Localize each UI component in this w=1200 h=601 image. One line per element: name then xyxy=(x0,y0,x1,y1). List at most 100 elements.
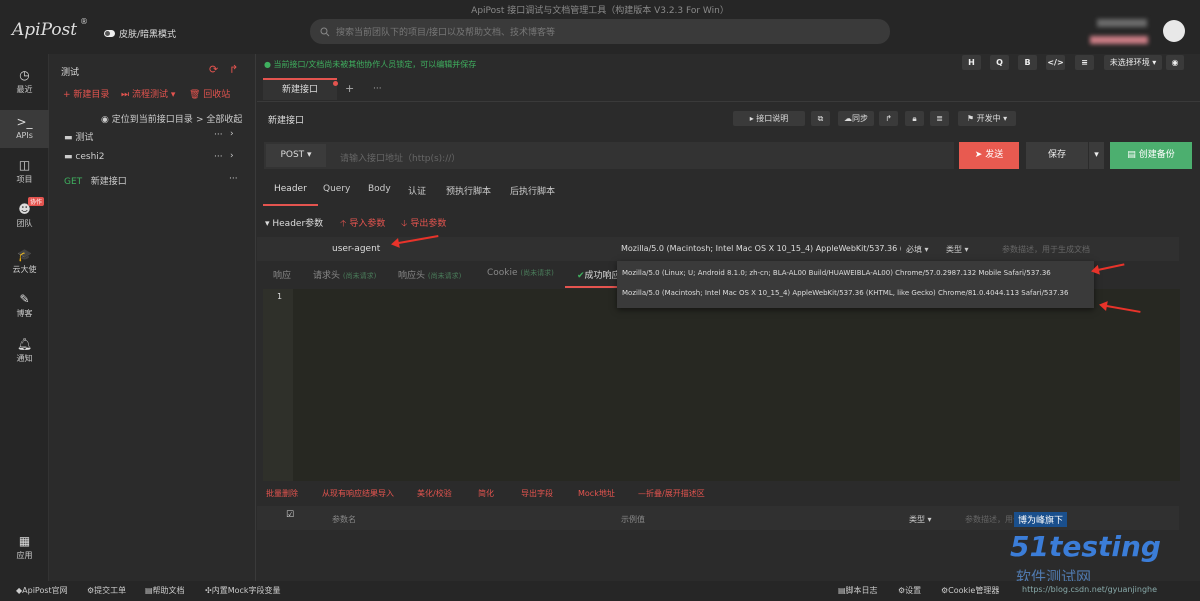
resp-tab-cookie[interactable]: Cookie (尚未请求) xyxy=(487,268,554,278)
desc-input[interactable]: 参数描述，用于生成文档 xyxy=(1002,244,1090,255)
resp-tab-resp-headers[interactable]: 响应头 (尚未请求) xyxy=(398,268,461,281)
nav-apps[interactable]: ▦ 应用 xyxy=(0,534,49,561)
env-select[interactable]: 未选择环境 ▾ xyxy=(1104,55,1162,70)
resp-tab-note: (尚未请求) xyxy=(427,272,462,280)
more-icon[interactable]: ··· xyxy=(214,152,223,162)
global-search-input[interactable]: 搜索当前团队下的项目/接口以及帮助文档、技术博客等 xyxy=(310,19,890,44)
import-from-response-button[interactable]: 从现有响应结果导入 xyxy=(322,488,394,499)
nav-recent[interactable]: ◷ 最近 xyxy=(0,68,49,95)
type-select[interactable]: 类型 ▾ xyxy=(946,244,969,255)
tab-header[interactable]: Header xyxy=(274,184,307,194)
line-number: 1 xyxy=(277,292,283,301)
script-log-link[interactable]: ▤脚本日志 xyxy=(838,585,878,596)
refresh-icon[interactable]: ⟳ xyxy=(209,63,218,76)
resp-tab-label: 请求头 xyxy=(313,271,341,281)
share-icon[interactable]: ↱ xyxy=(229,63,238,76)
db-icon[interactable]: ≣ xyxy=(930,111,949,126)
required-select[interactable]: 必填 ▾ xyxy=(906,244,929,255)
cookie-manager-link[interactable]: ⚙Cookie管理器 xyxy=(941,585,999,596)
more-icon[interactable]: ··· xyxy=(214,130,223,140)
toolbar-h-button[interactable]: H xyxy=(962,55,981,70)
sync-button[interactable]: ☁同步 xyxy=(838,111,874,126)
method-select[interactable]: POST ▾ xyxy=(266,144,326,167)
url-input[interactable]: 请输入接口地址（http(s)://） xyxy=(340,151,460,164)
nav-project[interactable]: ◫ 项目 xyxy=(0,158,49,185)
resp-tab-note: (尚未请求) xyxy=(520,269,554,277)
status-select[interactable]: ⚑ 开发中 ▾ xyxy=(958,111,1016,126)
share-icon[interactable]: ↱ xyxy=(879,111,898,126)
toolbar-b-button[interactable]: B xyxy=(1018,55,1037,70)
more-tabs-button[interactable]: ··· xyxy=(373,84,382,94)
import-params-button[interactable]: 🡡 导入参数 xyxy=(340,216,385,232)
resp-tab-success[interactable]: ✔成功响应 xyxy=(577,268,621,281)
ticket-link[interactable]: ⚙提交工单 xyxy=(87,585,126,596)
collapse-all-button[interactable]: > 全部收起 xyxy=(196,112,242,125)
theme-toggle[interactable]: 皮肤/暗黑模式 xyxy=(104,27,176,40)
save-dropdown-button[interactable]: ▾ xyxy=(1089,142,1104,169)
nav-apps-label: 应用 xyxy=(16,551,33,560)
flow-test-button[interactable]: ⏭ 流程测试 ▾ xyxy=(121,87,175,100)
example-header: 示例值 xyxy=(621,515,645,524)
simplify-button[interactable]: 简化 xyxy=(478,488,494,499)
user-avatar[interactable] xyxy=(1163,20,1185,42)
create-backup-button[interactable]: ▤ 创建备份 xyxy=(1110,142,1192,169)
lock-icon[interactable]: 🔒︎ xyxy=(905,111,924,126)
locate-button[interactable]: ◉ 定位到当前接口目录 xyxy=(101,112,193,125)
mock-url-button[interactable]: Mock地址 xyxy=(578,488,615,499)
add-tab-button[interactable]: + xyxy=(345,82,354,95)
toolbar-settings-button[interactable]: ≡ xyxy=(1075,55,1094,70)
mock-vars-link[interactable]: ✣内置Mock字段变量 xyxy=(205,585,281,596)
unsaved-dot xyxy=(333,81,338,86)
resp-tab-body[interactable]: 响应 xyxy=(273,268,291,281)
nav-blog[interactable]: ✎ 博客 xyxy=(0,292,49,319)
api-doc-button[interactable]: ▸ 接口说明 xyxy=(733,111,805,126)
method-label: GET xyxy=(64,177,83,187)
lock-notice-text: 当前接口/文档尚未被其他协作人员锁定，可以编辑并保存 xyxy=(273,60,477,69)
suggestion-item[interactable]: Mozilla/5.0 (Macintosh; Intel Mac OS X 1… xyxy=(622,289,1092,297)
tab-query[interactable]: Query xyxy=(323,184,350,194)
header-value-input[interactable]: Mozilla/5.0 (Macintosh; Intel Mac OS X 1… xyxy=(621,244,901,253)
tab-auth[interactable]: 认证 xyxy=(408,184,426,197)
official-site-link[interactable]: ◆ApiPost官网 xyxy=(16,585,68,596)
toggle-desc-button[interactable]: —折叠/展开描述区 xyxy=(638,488,705,499)
export-params-button[interactable]: 🡣 导出参数 xyxy=(401,216,446,232)
tab-body[interactable]: Body xyxy=(368,184,391,194)
header-key-input[interactable]: user-agent xyxy=(332,244,380,254)
theme-toggle-label: 皮肤/暗黑模式 xyxy=(119,30,177,40)
chevron-right-icon[interactable]: › xyxy=(230,151,234,161)
grid-icon: ◫ xyxy=(18,158,31,172)
new-dir-button[interactable]: + 新建目录 xyxy=(63,87,109,100)
info-icon: ● xyxy=(264,60,271,69)
chevron-right-icon[interactable]: › xyxy=(230,129,234,139)
select-all-checkbox[interactable]: ☑ xyxy=(286,510,294,520)
recycle-button[interactable]: 🗑 回收站 xyxy=(189,87,230,100)
beautify-button[interactable]: 美化/校验 xyxy=(417,488,452,499)
export-fields-button[interactable]: 导出字段 xyxy=(521,488,553,499)
nav-notify[interactable]: 🔔︎ 通知 xyxy=(0,337,49,364)
toolbar-q-button[interactable]: Q xyxy=(990,55,1009,70)
type-select[interactable]: 类型 ▾ xyxy=(909,514,932,525)
more-icon[interactable]: ··· xyxy=(229,174,238,184)
settings-link[interactable]: ⚙设置 xyxy=(898,585,921,596)
eye-icon[interactable]: ◉ xyxy=(1166,55,1184,70)
send-button[interactable]: ➤ 发送 xyxy=(959,142,1019,169)
code-editor[interactable] xyxy=(263,289,1180,481)
header-params-title[interactable]: ▾ Header参数 xyxy=(265,216,323,229)
copy-icon[interactable]: ⧉ xyxy=(811,111,830,126)
tab-new-api[interactable]: 新建接口 xyxy=(263,78,337,100)
toggle-icon xyxy=(104,30,115,37)
tab-prescript[interactable]: 预执行脚本 xyxy=(446,184,491,197)
suggestion-item[interactable]: Mozilla/5.0 (Linux; U; Android 8.1.0; zh… xyxy=(622,269,1092,277)
toolbar-code-button[interactable]: </> xyxy=(1046,55,1065,70)
tree-folder-label: 测试 xyxy=(75,133,94,143)
help-docs-link[interactable]: ▤帮助文档 xyxy=(145,585,185,596)
nav-ambassador[interactable]: 🎓 云大使 xyxy=(0,248,49,275)
nav-team[interactable]: ☻ 团队 协作 xyxy=(0,197,49,229)
nav-apis[interactable]: >_ APIs xyxy=(0,110,49,148)
resp-tab-req-headers[interactable]: 请求头 (尚未请求) xyxy=(313,268,376,281)
batch-delete-button[interactable]: 批量删除 xyxy=(266,488,298,499)
nav-project-label: 项目 xyxy=(16,175,33,184)
save-button[interactable]: 保存 xyxy=(1026,142,1088,169)
tab-postscript[interactable]: 后执行脚本 xyxy=(510,184,555,197)
desc-input[interactable]: 参数描述，用于生成文档 xyxy=(965,514,1015,525)
